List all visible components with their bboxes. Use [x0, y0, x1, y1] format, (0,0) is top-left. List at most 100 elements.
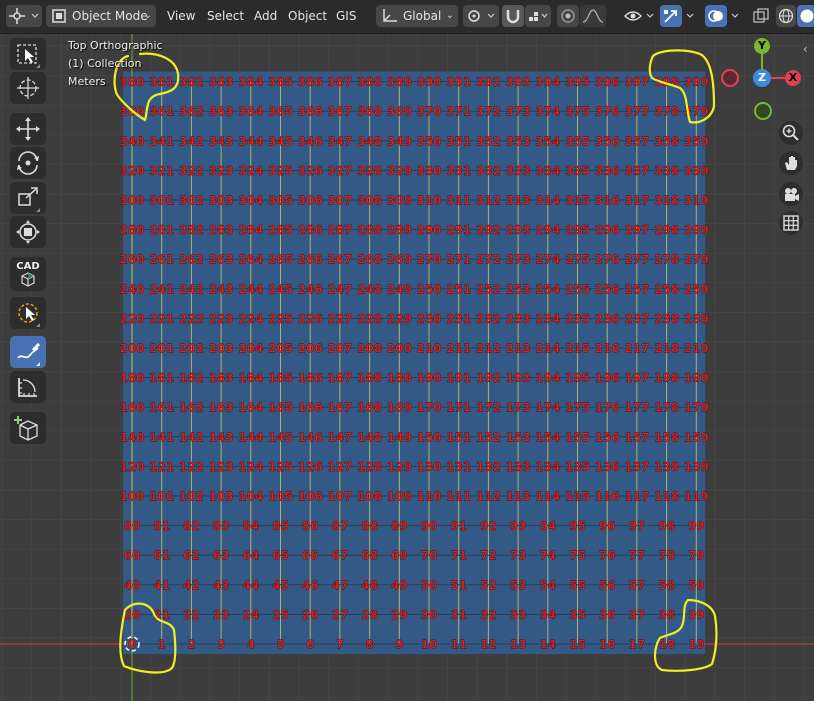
vertex-index-label: 45	[272, 578, 289, 592]
shading-solid-button[interactable]	[797, 5, 814, 27]
gizmo-axis-neg-y[interactable]	[754, 102, 772, 120]
vertex-index-label: 347	[327, 134, 352, 148]
falloff-dropdown[interactable]	[580, 5, 606, 27]
vertex-index-label: 215	[565, 342, 590, 356]
vertex-index-label: 85	[272, 519, 289, 533]
chevron-down-icon	[686, 13, 694, 18]
camera-view-button[interactable]	[779, 182, 803, 206]
snap-toggle[interactable]	[502, 5, 524, 27]
3d-viewport[interactable]: 0 1 2 3 4 5 6 7 8 9 10 11 12 13 14 15 16 17 18 19 20 21 22 23 24…	[0, 34, 814, 701]
mesh-plane[interactable]	[123, 71, 706, 655]
menu-object[interactable]: Object	[282, 5, 333, 27]
vertex-index-label: 294	[535, 223, 560, 237]
vertex-index-label: 374	[535, 105, 560, 119]
shading-wireframe-button[interactable]	[776, 5, 796, 27]
vertex-index-label: 359	[684, 134, 709, 148]
tool-move[interactable]	[10, 113, 46, 145]
vertex-index-label: 323	[209, 164, 234, 178]
sidebar-toggle-arrow[interactable]: ‹	[803, 42, 808, 56]
tool-cad-transform[interactable]: CAD	[10, 257, 46, 291]
grid-plane[interactable]: 0 1 2 3 4 5 6 7 8 9 10 11 12 13 14 15 16 17 18 1920 21 22 23 24…	[0, 34, 814, 701]
vertex-index-label: 31	[450, 608, 467, 622]
tool-cursor[interactable]	[10, 72, 46, 104]
editor-type-button[interactable]	[6, 5, 42, 27]
vertex-index-label: 35	[569, 608, 586, 622]
gizmo-axis-y[interactable]: Y	[754, 38, 770, 54]
vertex-index-label: 285	[268, 223, 293, 237]
vertex-index-label: 36	[599, 608, 616, 622]
vertex-index-label: 169	[387, 401, 412, 415]
vertex-index-label: 11	[450, 638, 467, 652]
pivot-dropdown[interactable]	[463, 5, 499, 27]
vertex-index-label: 94	[539, 519, 556, 533]
mode-dropdown[interactable]: Object Mode ⌄	[46, 5, 156, 27]
tool-select-lasso[interactable]	[10, 297, 46, 329]
vertex-index-label: 395	[565, 75, 590, 89]
orientation-dropdown[interactable]: Global ⌄	[376, 5, 458, 27]
zoom-button[interactable]	[779, 121, 803, 145]
overlays-toggle[interactable]	[705, 5, 727, 27]
vertex-index-label: 321	[149, 164, 174, 178]
pan-button[interactable]	[779, 151, 803, 175]
visibility-dropdown[interactable]	[622, 5, 656, 27]
vertex-index-label: 127	[327, 460, 352, 474]
navigation-gizmo[interactable]: Y X Z	[720, 34, 814, 124]
tool-add-cube[interactable]	[10, 412, 46, 444]
vertex-index-label: 165	[268, 401, 293, 415]
vertex-index-label: 361	[149, 105, 174, 119]
vertex-index-label: 146	[298, 430, 323, 444]
gizmo-axis-z[interactable]: Z	[753, 69, 771, 87]
tool-measure[interactable]	[10, 371, 46, 403]
vertex-index-label: 390	[416, 75, 441, 89]
tool-scale[interactable]	[10, 182, 46, 214]
menu-select[interactable]: Select	[201, 5, 250, 27]
tool-annotate[interactable]	[10, 336, 46, 368]
vertex-index-label: 335	[565, 164, 590, 178]
vertex-index-label: 130	[416, 460, 441, 474]
proportional-edit-toggle[interactable]	[557, 5, 579, 27]
menu-add[interactable]: Add	[248, 5, 283, 27]
vertex-index-label: 174	[535, 401, 560, 415]
vertex-index-label: 334	[535, 164, 560, 178]
gizmo-dropdown[interactable]	[683, 5, 699, 27]
tool-transform[interactable]	[10, 216, 46, 248]
vertex-index-label: 369	[387, 105, 412, 119]
vertex-index-label: 65	[272, 549, 289, 563]
perspective-toggle-button[interactable]	[779, 211, 803, 235]
orientation-icon	[383, 9, 397, 22]
vertex-index-label: 354	[535, 134, 560, 148]
overlays-dropdown[interactable]	[728, 5, 744, 27]
gizmo-toggle[interactable]	[660, 5, 682, 27]
chevron-down-icon: ⌄	[143, 10, 152, 21]
vertex-index-label: 272	[476, 253, 501, 267]
vertex-index-label: 391	[446, 75, 471, 89]
vertex-index-label: 50	[421, 578, 438, 592]
vertex-index-label: 217	[624, 342, 649, 356]
vertex-index-label: 239	[684, 312, 709, 326]
xray-toggle[interactable]	[750, 5, 772, 27]
menu-view[interactable]: View	[161, 5, 201, 27]
vertex-index-label: 136	[595, 460, 620, 474]
vertex-index-label: 81	[153, 519, 170, 533]
vertex-index-label: 342	[179, 134, 204, 148]
menu-gis[interactable]: GIS	[330, 5, 362, 27]
vertex-index-label: 3	[217, 638, 225, 652]
vertex-index-label: 164	[238, 401, 263, 415]
orientation-label: Global	[403, 9, 442, 23]
snap-target-dropdown[interactable]	[525, 5, 551, 27]
vertex-index-label: 33	[510, 608, 527, 622]
gizmo-axis-neg-x[interactable]	[721, 69, 739, 87]
vertex-index-label: 88	[361, 519, 378, 533]
wireframe-shading-icon	[778, 8, 794, 24]
vertex-index-label: 198	[654, 371, 679, 385]
vertex-index-label: 197	[624, 371, 649, 385]
vertex-index-label: 201	[149, 342, 174, 356]
gizmo-axis-x[interactable]: X	[785, 70, 801, 86]
tool-rotate[interactable]	[10, 147, 46, 179]
tool-select-box[interactable]	[10, 38, 46, 70]
vertex-index-label: 48	[361, 578, 378, 592]
vertex-index-label: 29	[391, 608, 408, 622]
vertex-index-label: 78	[658, 549, 675, 563]
vertex-index-label: 370	[416, 105, 441, 119]
xray-icon	[753, 8, 769, 23]
